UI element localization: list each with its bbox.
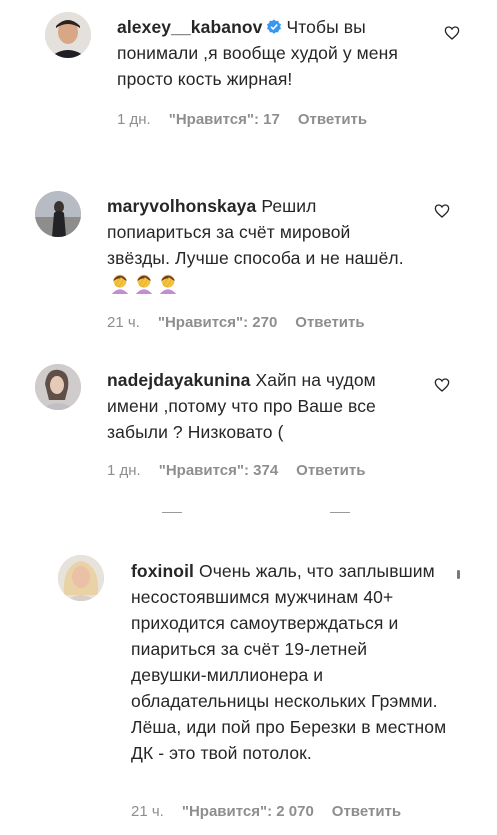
comment-likes[interactable]: "Нравится": 2 070 xyxy=(182,803,314,820)
comment-likes[interactable]: "Нравится": 17 xyxy=(169,111,280,128)
comment-meta: 21 ч. "Нравится": 270 Ответить xyxy=(107,314,383,331)
avatar-image xyxy=(35,364,81,410)
avatar[interactable] xyxy=(35,191,81,237)
verified-badge-icon xyxy=(266,19,281,34)
heart-outline-icon[interactable] xyxy=(434,203,450,219)
comment-body: foxinoil Очень жаль, что заплывшим несос… xyxy=(131,558,447,766)
avatar-image xyxy=(35,191,81,237)
reply-button[interactable]: Ответить xyxy=(295,314,364,331)
heart-outline-icon[interactable] xyxy=(434,377,450,393)
comment-body: nadejdayakunina Хайп на чудом имени ,пот… xyxy=(107,367,407,445)
avatar[interactable] xyxy=(45,12,91,58)
face-palm-emoji xyxy=(135,274,153,294)
comment-username[interactable]: maryvolhonskaya xyxy=(107,196,256,216)
reply-button[interactable]: Ответить xyxy=(298,111,367,128)
avatar-image xyxy=(58,555,104,601)
heart-outline-icon[interactable] xyxy=(444,25,460,41)
reply-button[interactable]: Ответить xyxy=(296,462,365,479)
comment-likes[interactable]: "Нравится": 270 xyxy=(158,314,277,331)
comment-username[interactable]: foxinoil xyxy=(131,561,194,581)
comment-meta: 21 ч. "Нравится": 2 070 Ответить xyxy=(131,803,419,820)
face-palm-emoji xyxy=(159,274,177,294)
comment-meta: 1 дн. "Нравится": 374 Ответить xyxy=(107,462,383,479)
face-palm-emoji xyxy=(111,274,129,294)
avatar-image xyxy=(45,12,91,58)
comment-username[interactable]: alexey__kabanov xyxy=(117,17,263,37)
comment-time[interactable]: 21 ч. xyxy=(131,803,164,820)
comment-body: maryvolhonskaya Решил попиариться за счё… xyxy=(107,193,407,297)
comment-text: Очень жаль, что заплывшим несостоявшимся… xyxy=(131,561,447,763)
comment-body: alexey__kabanov Чтобы вы понимали ,я воо… xyxy=(117,14,407,92)
comment-username[interactable]: nadejdayakunina xyxy=(107,370,251,390)
comment-likes[interactable]: "Нравится": 374 xyxy=(159,462,278,479)
more-options-icon[interactable] xyxy=(457,570,460,579)
avatar[interactable] xyxy=(35,364,81,410)
avatar[interactable] xyxy=(58,555,104,601)
comment-time[interactable]: 1 дн. xyxy=(107,462,141,479)
comment-meta: 1 дн. "Нравится": 17 Ответить xyxy=(117,111,385,128)
comment-time[interactable]: 1 дн. xyxy=(117,111,151,128)
cropped-text-fragment xyxy=(162,512,182,513)
cropped-text-fragment xyxy=(330,512,350,513)
reply-button[interactable]: Ответить xyxy=(332,803,401,820)
comment-time[interactable]: 21 ч. xyxy=(107,314,140,331)
